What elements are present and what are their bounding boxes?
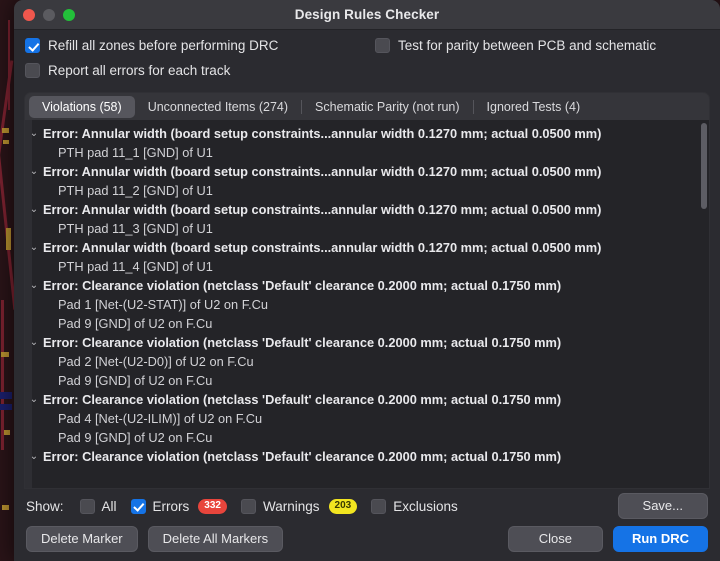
- violation-text: Error: Annular width (board setup constr…: [43, 202, 602, 217]
- violation-text: Pad 9 [GND] of U2 on F.Cu: [58, 316, 213, 331]
- filter-all[interactable]: All: [79, 498, 117, 514]
- violation-row[interactable]: ⌄ Error: Clearance violation (netclass 'D…: [25, 447, 709, 466]
- violation-detail-row[interactable]: Pad 4 [Net-(U2-ILIM)] of U2 on F.Cu: [25, 409, 709, 428]
- chevron-down-icon[interactable]: ⌄: [25, 238, 43, 257]
- options-panel: Refill all zones before performing DRC R…: [14, 30, 720, 92]
- violation-row[interactable]: ⌄ Error: Clearance violation (netclass 'D…: [25, 276, 709, 295]
- violation-row[interactable]: ⌄ Error: Annular width (board setup const…: [25, 124, 709, 143]
- violation-detail-row[interactable]: PTH pad 11_1 [GND] of U1: [25, 143, 709, 162]
- maximize-window-button[interactable]: [63, 8, 75, 21]
- delete-all-markers-button[interactable]: Delete All Markers: [147, 526, 284, 552]
- violation-detail-row[interactable]: Pad 9 [GND] of U2 on F.Cu: [25, 371, 709, 390]
- violations-list-panel: ⌄ Error: Annular width (board setup const…: [24, 120, 710, 489]
- report-all-errors-row[interactable]: Report all errors for each track: [25, 63, 230, 78]
- title-bar: Design Rules Checker: [14, 0, 720, 30]
- scrollbar-thumb[interactable]: [701, 123, 707, 209]
- report-all-errors-label: Report all errors for each track: [48, 63, 231, 78]
- filter-all-checkbox[interactable]: [79, 498, 95, 514]
- refill-zones-label: Refill all zones before performing DRC: [48, 38, 279, 53]
- chevron-down-icon[interactable]: ⌄: [25, 276, 43, 295]
- filter-warnings-label: Warnings: [262, 498, 320, 514]
- violation-text: Error: Annular width (board setup constr…: [43, 126, 602, 141]
- show-label: Show:: [26, 498, 64, 514]
- violation-text: Error: Clearance violation (netclass 'De…: [43, 392, 562, 407]
- violation-text: PTH pad 11_3 [GND] of U1: [58, 221, 213, 236]
- violation-detail-row[interactable]: PTH pad 11_3 [GND] of U1: [25, 219, 709, 238]
- filter-warnings[interactable]: Warnings 203: [240, 498, 358, 514]
- violation-text: Pad 9 [GND] of U2 on F.Cu: [58, 373, 213, 388]
- test-parity-label: Test for parity between PCB and schemati…: [398, 38, 657, 53]
- violation-text: Error: Clearance violation (netclass 'De…: [43, 278, 562, 293]
- chevron-down-icon[interactable]: ⌄: [25, 124, 43, 143]
- run-drc-button[interactable]: Run DRC: [612, 526, 708, 552]
- violation-text: Pad 2 [Net-(U2-D0)] of U2 on F.Cu: [58, 354, 254, 369]
- refill-zones-checkbox[interactable]: [25, 38, 40, 53]
- violation-detail-row[interactable]: PTH pad 11_4 [GND] of U1: [25, 257, 709, 276]
- filter-errors-label: Errors: [152, 498, 190, 514]
- tab-strip: Violations (58) Unconnected Items (274) …: [24, 92, 710, 120]
- chevron-down-icon[interactable]: ⌄: [25, 162, 43, 181]
- delete-marker-button[interactable]: Delete Marker: [26, 526, 138, 552]
- violation-text: PTH pad 11_4 [GND] of U1: [58, 259, 213, 274]
- chevron-down-icon[interactable]: ⌄: [25, 333, 43, 352]
- filter-exclusions-label: Exclusions: [393, 498, 458, 514]
- violation-text: PTH pad 11_2 [GND] of U1: [58, 183, 213, 198]
- chevron-down-icon[interactable]: ⌄: [25, 447, 43, 466]
- violation-detail-row[interactable]: Pad 1 [Net-(U2-STAT)] of U2 on F.Cu: [25, 295, 709, 314]
- violation-text: Error: Annular width (board setup constr…: [43, 240, 602, 255]
- violation-detail-row[interactable]: Pad 2 [Net-(U2-D0)] of U2 on F.Cu: [25, 352, 709, 371]
- dialog-button-bar: Delete Marker Delete All Markers Close R…: [14, 523, 720, 561]
- close-dialog-button[interactable]: Close: [507, 526, 603, 552]
- results-notebook: Violations (58) Unconnected Items (274) …: [24, 92, 710, 489]
- tab-ignored-tests[interactable]: Ignored Tests (4): [474, 96, 594, 118]
- warnings-count-badge: 203: [328, 498, 358, 514]
- filter-errors[interactable]: Errors 332: [130, 498, 227, 514]
- violation-text: Pad 4 [Net-(U2-ILIM)] of U2 on F.Cu: [58, 411, 263, 426]
- violation-row[interactable]: ⌄ Error: Clearance violation (netclass 'D…: [25, 390, 709, 409]
- violation-text: Pad 9 [GND] of U2 on F.Cu: [58, 430, 213, 445]
- violation-row[interactable]: ⌄ Error: Annular width (board setup const…: [25, 200, 709, 219]
- filter-warnings-checkbox[interactable]: [240, 498, 256, 514]
- save-button[interactable]: Save...: [617, 493, 708, 519]
- window-title: Design Rules Checker: [294, 7, 440, 22]
- tab-violations[interactable]: Violations (58): [29, 95, 135, 118]
- violation-row[interactable]: ⌄ Error: Annular width (board setup const…: [25, 162, 709, 181]
- chevron-down-icon[interactable]: ⌄: [25, 200, 43, 219]
- report-all-errors-checkbox[interactable]: [25, 63, 40, 78]
- violation-detail-row[interactable]: PTH pad 11_2 [GND] of U1: [25, 181, 709, 200]
- violation-text: Error: Clearance violation (netclass 'De…: [43, 449, 562, 464]
- violations-list[interactable]: ⌄ Error: Annular width (board setup const…: [25, 120, 709, 488]
- show-filter-bar: Show: All Errors 332 Warnings 203 Exclus…: [14, 489, 720, 523]
- refill-zones-row[interactable]: Refill all zones before performing DRC: [25, 38, 278, 53]
- violation-text: Error: Clearance violation (netclass 'De…: [43, 335, 562, 350]
- violation-text: Pad 1 [Net-(U2-STAT)] of U2 on F.Cu: [58, 297, 269, 312]
- tab-schematic-parity[interactable]: Schematic Parity (not run): [302, 96, 473, 118]
- filter-errors-checkbox[interactable]: [130, 498, 146, 514]
- test-parity-checkbox[interactable]: [375, 38, 390, 53]
- violation-text: Error: Annular width (board setup constr…: [43, 164, 602, 179]
- design-rules-checker-dialog: Design Rules Checker Refill all zones be…: [14, 0, 720, 561]
- test-parity-row[interactable]: Test for parity between PCB and schemati…: [375, 38, 656, 53]
- window-controls: [23, 0, 75, 29]
- violation-detail-row[interactable]: Pad 9 [GND] of U2 on F.Cu: [25, 314, 709, 333]
- filter-exclusions[interactable]: Exclusions: [371, 498, 458, 514]
- close-window-button[interactable]: [23, 8, 35, 21]
- filter-exclusions-checkbox[interactable]: [371, 498, 387, 514]
- chevron-down-icon[interactable]: ⌄: [25, 390, 43, 409]
- violation-detail-row[interactable]: Pad 9 [GND] of U2 on F.Cu: [25, 428, 709, 447]
- errors-count-badge: 332: [198, 498, 227, 514]
- vertical-scrollbar[interactable]: [701, 123, 707, 485]
- tab-unconnected-items[interactable]: Unconnected Items (274): [135, 96, 301, 118]
- violation-row[interactable]: ⌄ Error: Clearance violation (netclass 'D…: [25, 333, 709, 352]
- violation-row[interactable]: ⌄ Error: Annular width (board setup const…: [25, 238, 709, 257]
- filter-all-label: All: [101, 498, 117, 514]
- minimize-window-button[interactable]: [43, 8, 55, 21]
- violation-text: PTH pad 11_1 [GND] of U1: [58, 145, 213, 160]
